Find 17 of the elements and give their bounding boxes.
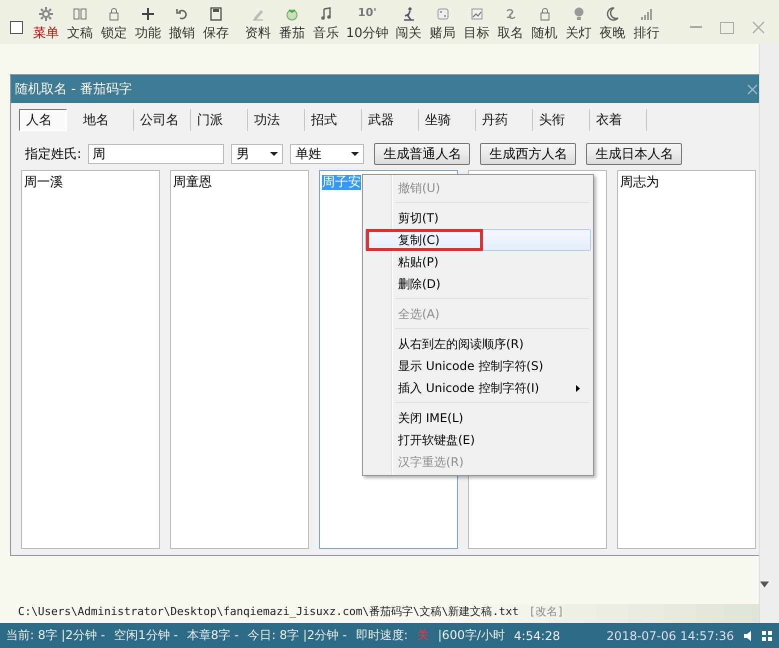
file-path: C:\Users\Administrator\Desktop\fanqiemazi_Jisuxz.com\番茄码字\文稿\新建文稿.txt <box>18 604 519 619</box>
status-text: 即时速度: <box>356 627 408 644</box>
status-text: |600字/小时 <box>438 627 505 644</box>
name-text: 周子安 <box>322 175 361 190</box>
name-text: 周志为 <box>620 175 659 190</box>
dialog-title: 随机取名 - 番茄码字 <box>15 81 132 98</box>
status-text: 空闲1分钟 - <box>114 627 178 644</box>
status-text: 4:54:28 <box>514 628 560 642</box>
name-text: 周一溪 <box>24 175 63 190</box>
status-text: 今日: 8字 |2分钟 - <box>248 627 347 644</box>
name-text: 周童恩 <box>173 175 212 190</box>
timer-icon: 10' <box>358 6 377 22</box>
datetime: 2018-07-06 14:57:36 <box>606 628 734 642</box>
status-text: 当前: 8字 |2分钟 - <box>6 627 106 644</box>
surname-label: 指定姓氏: <box>25 146 82 163</box>
status-text: 本章8字 - <box>186 627 239 644</box>
status-text: 关 <box>416 627 429 644</box>
